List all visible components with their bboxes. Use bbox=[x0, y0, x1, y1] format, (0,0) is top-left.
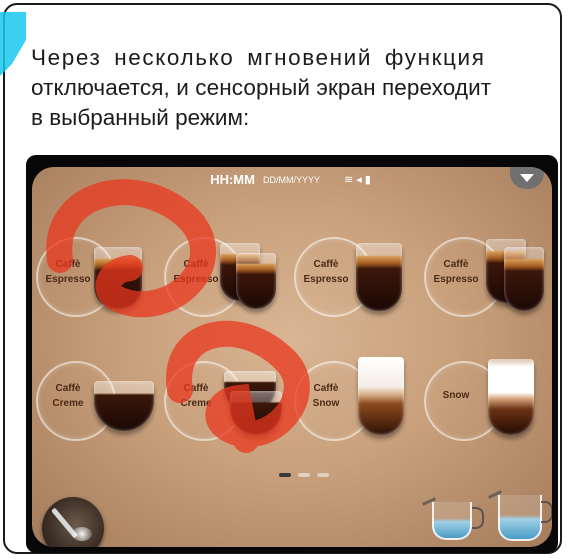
drink-tile-espresso-3[interactable]: Caffè Espresso bbox=[294, 229, 416, 329]
drink-label: Caffè Espresso bbox=[45, 259, 91, 285]
espresso-cup-icon bbox=[94, 247, 142, 309]
steam-wand-button[interactable] bbox=[42, 497, 104, 547]
coffee-machine-screen: HH:MM DD/MM/YYYY ≋◂▮ Caffè Espresso Caff… bbox=[26, 155, 558, 553]
drink-tile-espresso-4[interactable]: Caffè Espresso bbox=[424, 229, 546, 329]
page-dot-2[interactable] bbox=[298, 473, 310, 477]
drink-label: Caffè Snow bbox=[312, 383, 340, 409]
espresso-cup-icon bbox=[356, 243, 402, 311]
drink-tile-snow-coffee[interactable]: Caffè Snow bbox=[294, 353, 416, 453]
paragraph-line-1: Через несколько мгновений функция bbox=[31, 45, 486, 70]
espresso-cup-icon bbox=[236, 253, 276, 309]
wifi-icon: ≋ bbox=[343, 173, 357, 186]
paragraph-line-2: отключается, и сенсорный экран переходит bbox=[31, 75, 492, 100]
espresso-cup-icon bbox=[504, 247, 544, 311]
paragraph-line-3: в выбранный режим: bbox=[31, 105, 250, 130]
milk-cup-icon bbox=[488, 359, 534, 435]
drink-label: Caffè Espresso bbox=[173, 259, 219, 285]
drink-label: Snow bbox=[442, 390, 470, 401]
drink-tile-snow[interactable]: Snow bbox=[424, 353, 546, 453]
drink-label: Caffè Espresso bbox=[433, 259, 479, 285]
water-jug-icon bbox=[432, 502, 472, 540]
instruction-paragraph: Через несколько мгновений функция отключ… bbox=[31, 43, 553, 133]
speaker-icon: ◂ bbox=[356, 173, 365, 186]
page-indicator bbox=[279, 473, 329, 477]
page-dot-3[interactable] bbox=[317, 473, 329, 477]
battery-icon: ▮ bbox=[364, 173, 374, 186]
creme-cup-icon bbox=[230, 391, 282, 435]
touch-panel: HH:MM DD/MM/YYYY ≋◂▮ Caffè Espresso Caff… bbox=[32, 167, 552, 547]
status-icons: ≋◂▮ bbox=[344, 173, 374, 186]
drink-tile-creme-2[interactable]: Caffè Creme bbox=[164, 353, 286, 453]
drink-tile-espresso-1[interactable]: Caffè Espresso bbox=[36, 229, 158, 329]
drink-label: Caffè Espresso bbox=[303, 259, 349, 285]
chevron-down-icon bbox=[520, 174, 534, 182]
page-dot-1[interactable] bbox=[279, 473, 291, 477]
clock-date: DD/MM/YYYY bbox=[262, 175, 320, 185]
drink-tile-espresso-2[interactable]: Caffè Espresso bbox=[164, 229, 286, 329]
drink-label: Caffè Creme bbox=[52, 383, 84, 409]
drink-tile-creme-1[interactable]: Caffè Creme bbox=[36, 353, 158, 453]
milk-coffee-cup-icon bbox=[358, 357, 404, 435]
clock-time: HH:MM bbox=[210, 171, 255, 187]
water-jug-icon bbox=[498, 495, 542, 541]
status-bar: HH:MM DD/MM/YYYY ≋◂▮ bbox=[32, 167, 552, 191]
drink-label: Caffè Creme bbox=[180, 383, 212, 409]
